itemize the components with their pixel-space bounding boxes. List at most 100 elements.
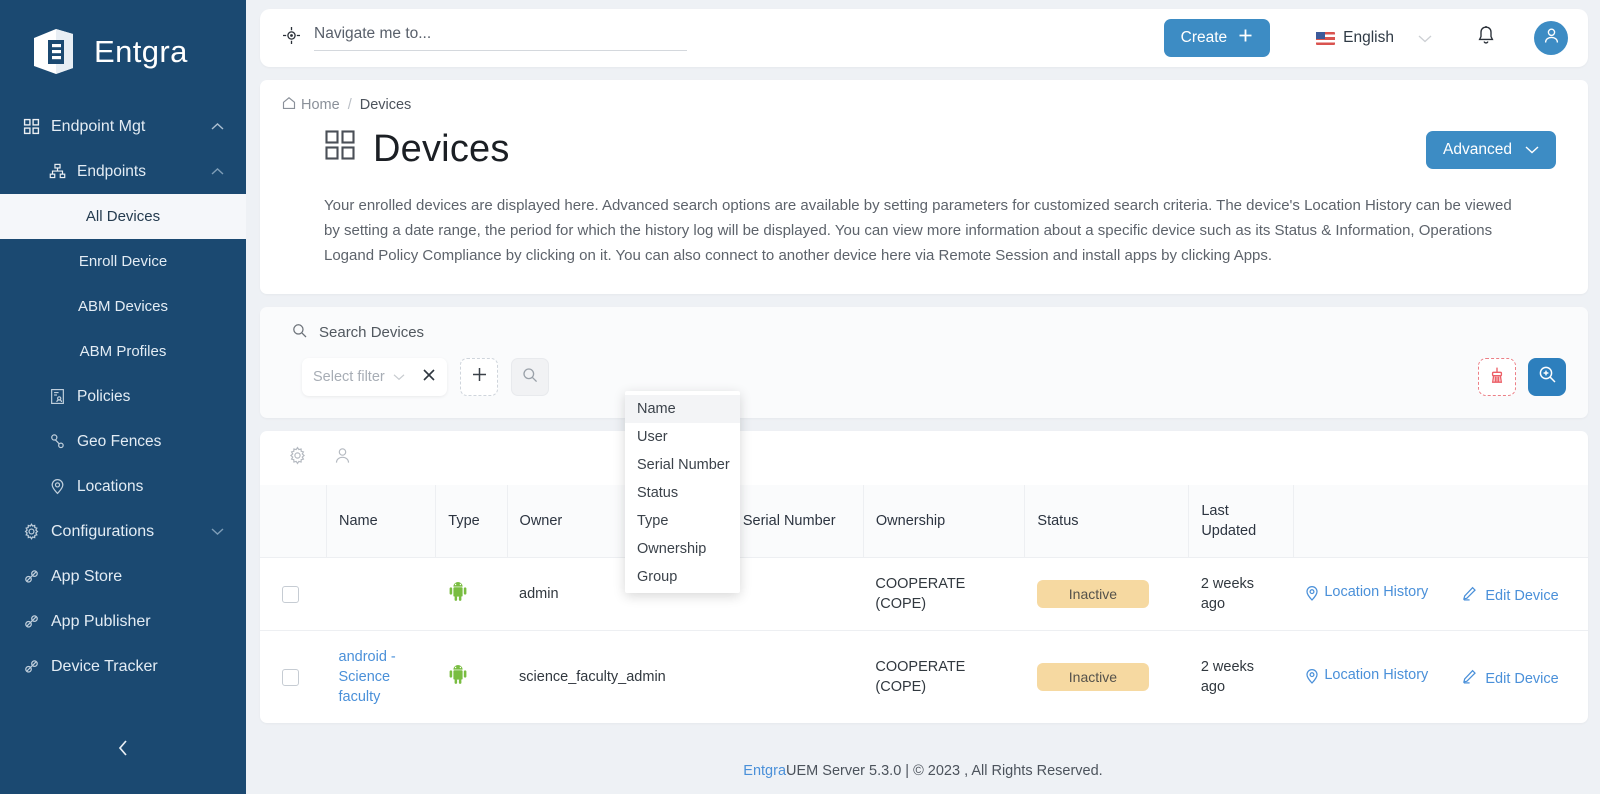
edit-device-link[interactable]: Edit Device bbox=[1462, 669, 1559, 690]
column-name: Name bbox=[326, 485, 437, 558]
android-icon bbox=[448, 665, 468, 689]
broom-icon bbox=[1488, 366, 1506, 389]
search-icon bbox=[292, 323, 307, 342]
search-filter-button[interactable] bbox=[511, 358, 549, 396]
chevron-down-icon[interactable] bbox=[211, 527, 224, 536]
row-type-cell bbox=[435, 630, 508, 723]
row-last-updated-cell: 2 weeks ago bbox=[1188, 557, 1294, 631]
chevron-down-icon bbox=[1418, 34, 1432, 43]
language-selector[interactable]: English bbox=[1316, 29, 1432, 47]
chevron-left-icon bbox=[117, 739, 129, 762]
clear-all-filters-button[interactable] bbox=[1478, 358, 1516, 396]
edit-device-label: Edit Device bbox=[1485, 588, 1559, 604]
advanced-button[interactable]: Advanced bbox=[1426, 130, 1556, 169]
brand-name: Entgra bbox=[94, 34, 188, 69]
filter-option-ownership[interactable]: Ownership bbox=[625, 535, 740, 563]
status-badge: Inactive bbox=[1036, 663, 1149, 691]
row-type-cell bbox=[435, 557, 508, 631]
filter-options-dropdown[interactable]: Name User Serial Number Status Type Owne… bbox=[625, 391, 740, 593]
sitemap-icon bbox=[48, 163, 66, 181]
filter-option-status[interactable]: Status bbox=[625, 479, 740, 507]
devices-table-head: Name Type Owner Serial Number Ownership … bbox=[260, 485, 1588, 558]
row-checkbox[interactable] bbox=[282, 668, 299, 686]
sidebar-item-policies[interactable]: Policies bbox=[0, 374, 246, 419]
filter-option-serial-number[interactable]: Serial Number bbox=[625, 451, 740, 479]
breadcrumb-current[interactable]: Devices bbox=[360, 97, 412, 113]
page-title: Devices bbox=[324, 128, 510, 171]
sidebar-item-locations[interactable]: Locations bbox=[0, 464, 246, 509]
location-history-link[interactable]: Location History bbox=[1305, 582, 1428, 607]
navigate-input[interactable] bbox=[314, 25, 687, 43]
status-badge: Inactive bbox=[1036, 580, 1149, 608]
table-toolbar bbox=[260, 431, 1588, 485]
column-actions bbox=[1293, 485, 1588, 558]
search-heading-label: Search Devices bbox=[319, 324, 425, 341]
brand[interactable]: Entgra bbox=[0, 0, 246, 104]
chevron-up-icon[interactable] bbox=[211, 167, 224, 176]
device-name-link[interactable]: android - Science faculty bbox=[339, 649, 396, 705]
select-filter-dropdown[interactable]: Select filter bbox=[302, 358, 447, 396]
row-actions-cell: Location History Edit Device bbox=[1293, 557, 1588, 631]
footer-brand-link[interactable]: Entgra bbox=[743, 763, 786, 779]
add-filter-button[interactable] bbox=[460, 358, 498, 396]
user-icon[interactable] bbox=[333, 446, 352, 470]
apps-icon bbox=[22, 658, 40, 676]
app-root: Entgra Endpoint Mgt Endpoints All Device… bbox=[0, 0, 1600, 794]
search-icon bbox=[522, 367, 538, 388]
location-history-label: Location History bbox=[1324, 666, 1429, 683]
chevron-up-icon[interactable] bbox=[211, 122, 224, 131]
pencil-icon bbox=[1462, 586, 1477, 607]
language-label: English bbox=[1343, 29, 1394, 46]
sidebar-item-label: Enroll Device bbox=[78, 253, 168, 270]
policy-icon bbox=[48, 388, 66, 406]
sidebar-item-all-devices[interactable]: All Devices bbox=[0, 194, 246, 239]
breadcrumb-separator: / bbox=[347, 97, 352, 113]
location-pin-icon bbox=[1305, 665, 1319, 690]
devices-table: Name Type Owner Serial Number Ownership … bbox=[260, 485, 1588, 723]
sidebar-item-geo-fences[interactable]: Geo Fences bbox=[0, 419, 246, 464]
sidebar-item-configurations[interactable]: Configurations bbox=[0, 509, 246, 554]
sidebar-item-abm-profiles[interactable]: ABM Profiles bbox=[0, 329, 246, 374]
top-bar-right: Create English bbox=[1163, 19, 1568, 57]
sidebar-item-app-publisher[interactable]: App Publisher bbox=[0, 599, 246, 644]
breadcrumb-home[interactable]: Home bbox=[282, 96, 340, 114]
sidebar-collapse-button[interactable] bbox=[0, 739, 246, 762]
sidebar-item-endpoints[interactable]: Endpoints bbox=[0, 149, 246, 194]
row-owner-cell: science_faculty_admin bbox=[507, 630, 731, 723]
us-flag-icon bbox=[1316, 31, 1336, 45]
sidebar-item-device-tracker[interactable]: Device Tracker bbox=[0, 644, 246, 689]
sidebar-item-label: All Devices bbox=[85, 208, 161, 225]
page-header-card: Home / Devices Devices Advanced Your enr… bbox=[260, 80, 1588, 294]
settings-gear-icon[interactable] bbox=[288, 446, 307, 470]
plus-icon bbox=[1238, 28, 1253, 48]
sidebar-item-abm-devices[interactable]: ABM Devices bbox=[0, 284, 246, 329]
filter-option-type[interactable]: Type bbox=[625, 507, 740, 535]
avatar[interactable] bbox=[1534, 21, 1568, 55]
filter-option-user[interactable]: User bbox=[625, 423, 740, 451]
navigate-input-wrap bbox=[314, 25, 687, 51]
navigate-search bbox=[282, 25, 687, 51]
row-status-cell: Inactive bbox=[1024, 557, 1189, 631]
location-history-link[interactable]: Location History bbox=[1305, 665, 1428, 690]
filter-option-name[interactable]: Name bbox=[625, 395, 740, 423]
filter-option-group[interactable]: Group bbox=[625, 563, 740, 591]
sidebar-item-enroll-device[interactable]: Enroll Device bbox=[0, 239, 246, 284]
clear-filter-button[interactable] bbox=[422, 367, 436, 387]
edit-device-link[interactable]: Edit Device bbox=[1462, 586, 1559, 607]
apply-search-button[interactable] bbox=[1528, 358, 1566, 396]
page-description: Your enrolled devices are displayed here… bbox=[324, 197, 1512, 264]
sidebar-item-label: Configurations bbox=[51, 522, 155, 540]
sidebar-item-app-store[interactable]: App Store bbox=[0, 554, 246, 599]
sidebar-item-label: Policies bbox=[77, 387, 131, 405]
create-button[interactable]: Create bbox=[1163, 19, 1271, 57]
gear-icon bbox=[22, 523, 40, 541]
chevron-down-icon bbox=[1525, 141, 1539, 159]
notifications-button[interactable] bbox=[1476, 25, 1496, 52]
chevron-down-icon bbox=[393, 373, 405, 381]
table-row: admin COOPERATE (COPE) Inactive 2 weeks … bbox=[260, 557, 1588, 631]
sidebar-item-endpoint-mgt[interactable]: Endpoint Mgt bbox=[0, 104, 246, 149]
footer-text: UEM Server 5.3.0 | © 2023 , All Rights R… bbox=[786, 763, 1103, 779]
row-checkbox[interactable] bbox=[282, 585, 299, 603]
breadcrumb: Home / Devices bbox=[282, 96, 1566, 114]
row-status-cell: Inactive bbox=[1024, 630, 1189, 723]
